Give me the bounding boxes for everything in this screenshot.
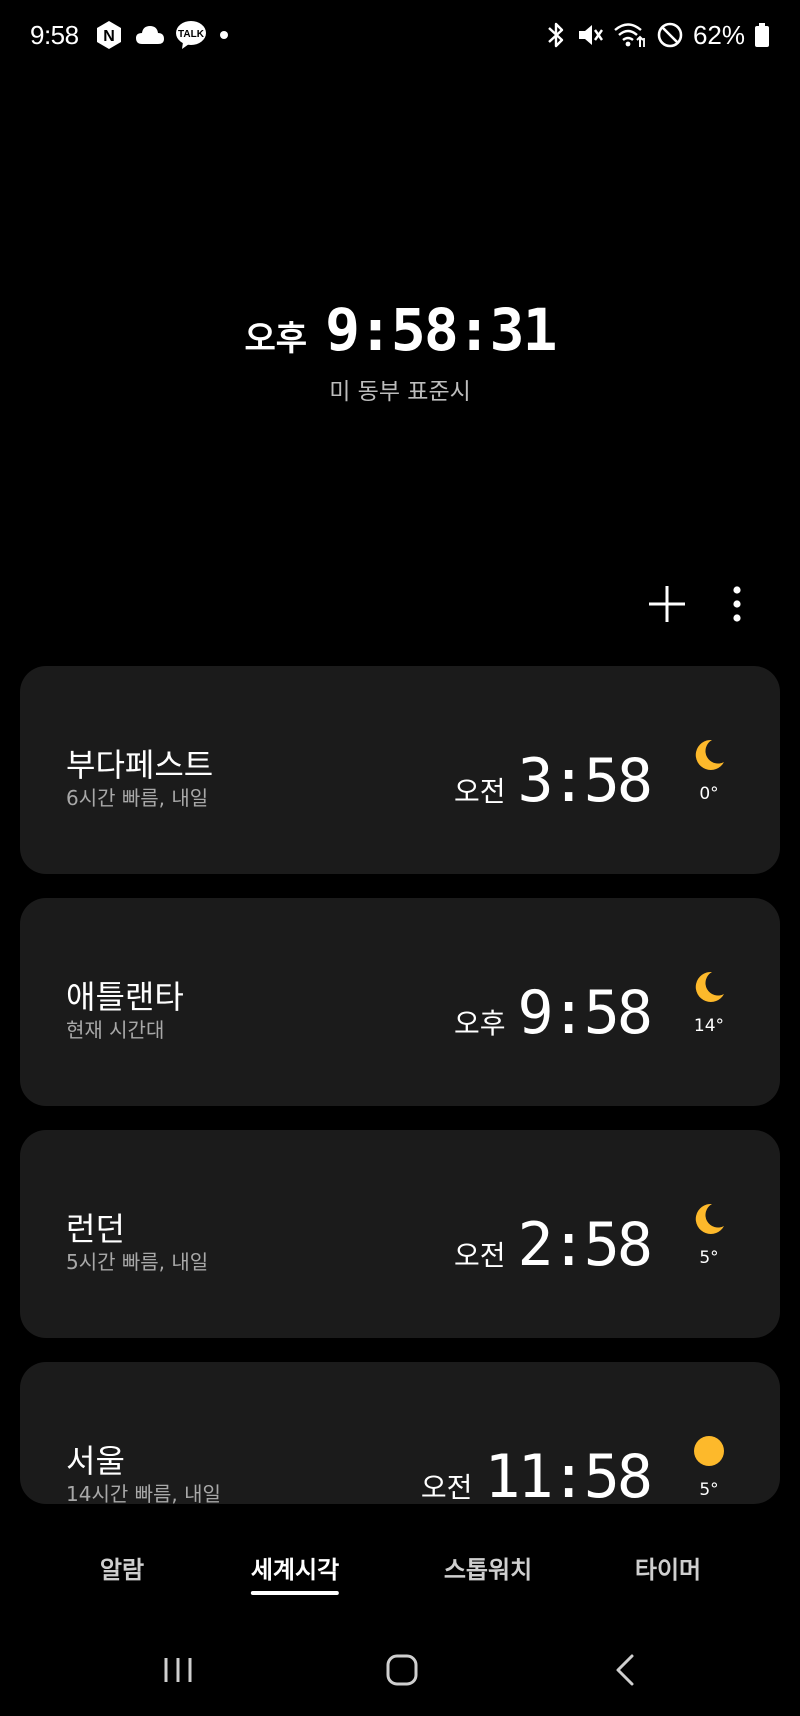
moon-icon: [692, 738, 726, 772]
recent-apps-icon: [164, 1658, 192, 1682]
moon-icon: [692, 1202, 726, 1236]
city-time-difference: 6시간 빠름, 내일: [66, 786, 209, 810]
recent-apps-button[interactable]: [160, 1652, 196, 1688]
status-left: 9:58 N TALK: [30, 18, 231, 52]
city-temperature: 0°: [699, 784, 719, 804]
notification-dot-icon: [217, 28, 231, 42]
cloud-icon: [135, 24, 165, 46]
svg-text:N: N: [103, 28, 115, 45]
city-card-seoul[interactable]: 서울 14시간 빠름, 내일 오전 11:58 5°: [20, 1362, 780, 1504]
sun-icon: [692, 1434, 726, 1468]
city-time-difference: 5시간 빠름, 내일: [66, 1250, 209, 1274]
main-time-row: 오후 9:58:31: [0, 296, 800, 364]
home-button[interactable]: [384, 1652, 420, 1688]
more-vertical-icon: [733, 586, 741, 622]
city-time-group: 오후 9:58: [453, 978, 653, 1048]
city-ampm: 오전: [453, 775, 506, 808]
tab-stopwatch[interactable]: 스톱워치: [444, 1550, 532, 1585]
city-time: 3:58: [517, 746, 653, 816]
city-name: 애틀랜타: [66, 978, 184, 1016]
wifi-icon: [613, 21, 647, 49]
main-time: 9:58:31: [325, 296, 557, 364]
svg-text:TALK: TALK: [178, 29, 205, 40]
add-city-button[interactable]: [645, 582, 689, 626]
city-ampm: 오전: [420, 1471, 473, 1504]
main-ampm: 오후: [244, 319, 308, 359]
city-time-group: 오전 11:58: [420, 1442, 653, 1504]
city-time-group: 오전 3:58: [453, 746, 653, 816]
more-options-button[interactable]: [722, 582, 752, 626]
naver-icon: N: [93, 19, 125, 51]
battery-icon: [754, 22, 770, 48]
city-name: 런던: [66, 1210, 125, 1248]
city-card-budapest[interactable]: 부다페스트 6시간 빠름, 내일 오전 3:58 0°: [20, 666, 780, 874]
bottom-tab-bar: 알람 세계시각 스톱워치 타이머: [0, 1540, 800, 1600]
city-time: 9:58: [517, 978, 653, 1048]
tab-world-clock[interactable]: 세계시각: [251, 1550, 339, 1595]
plus-icon: [649, 586, 685, 622]
main-clock: 오후 9:58:31 미 동부 표준시: [0, 296, 800, 406]
system-navigation-bar: [0, 1640, 800, 1700]
city-ampm: 오전: [453, 1239, 506, 1272]
tab-timer[interactable]: 타이머: [635, 1550, 701, 1585]
back-chevron-icon: [616, 1654, 634, 1686]
status-right: 62%: [545, 18, 770, 52]
city-temperature: 5°: [699, 1480, 719, 1500]
city-time-difference: 14시간 빠름, 내일: [66, 1482, 221, 1504]
battery-percent: 62%: [692, 19, 745, 50]
city-temperature: 5°: [699, 1248, 719, 1268]
city-card-atlanta[interactable]: 애틀랜타 현재 시간대 오후 9:58 14°: [20, 898, 780, 1106]
city-ampm: 오후: [453, 1007, 506, 1040]
city-time: 11:58: [484, 1442, 653, 1504]
city-time-group: 오전 2:58: [453, 1210, 653, 1280]
do-not-disturb-icon: [656, 21, 684, 49]
main-timezone: 미 동부 표준시: [329, 379, 471, 405]
status-bar: 9:58 N TALK 62%: [0, 0, 800, 70]
tab-alarm[interactable]: 알람: [100, 1550, 144, 1585]
city-list: 부다페스트 6시간 빠름, 내일 오전 3:58 0° 애틀랜타 현재 시간대 …: [20, 666, 780, 1504]
city-name: 부다페스트: [66, 746, 214, 784]
bluetooth-icon: [545, 20, 567, 50]
city-time: 2:58: [517, 1210, 653, 1280]
moon-icon: [692, 970, 726, 1004]
city-card-london[interactable]: 런던 5시간 빠름, 내일 오전 2:58 5°: [20, 1130, 780, 1338]
home-icon: [386, 1654, 418, 1686]
city-temperature: 14°: [693, 1016, 725, 1036]
status-time: 9:58: [30, 19, 79, 50]
city-time-difference: 현재 시간대: [66, 1018, 165, 1042]
sound-muted-icon: [576, 21, 604, 49]
back-button[interactable]: [612, 1652, 640, 1688]
kakaotalk-icon: TALK: [175, 20, 207, 50]
city-name: 서울: [66, 1442, 125, 1480]
